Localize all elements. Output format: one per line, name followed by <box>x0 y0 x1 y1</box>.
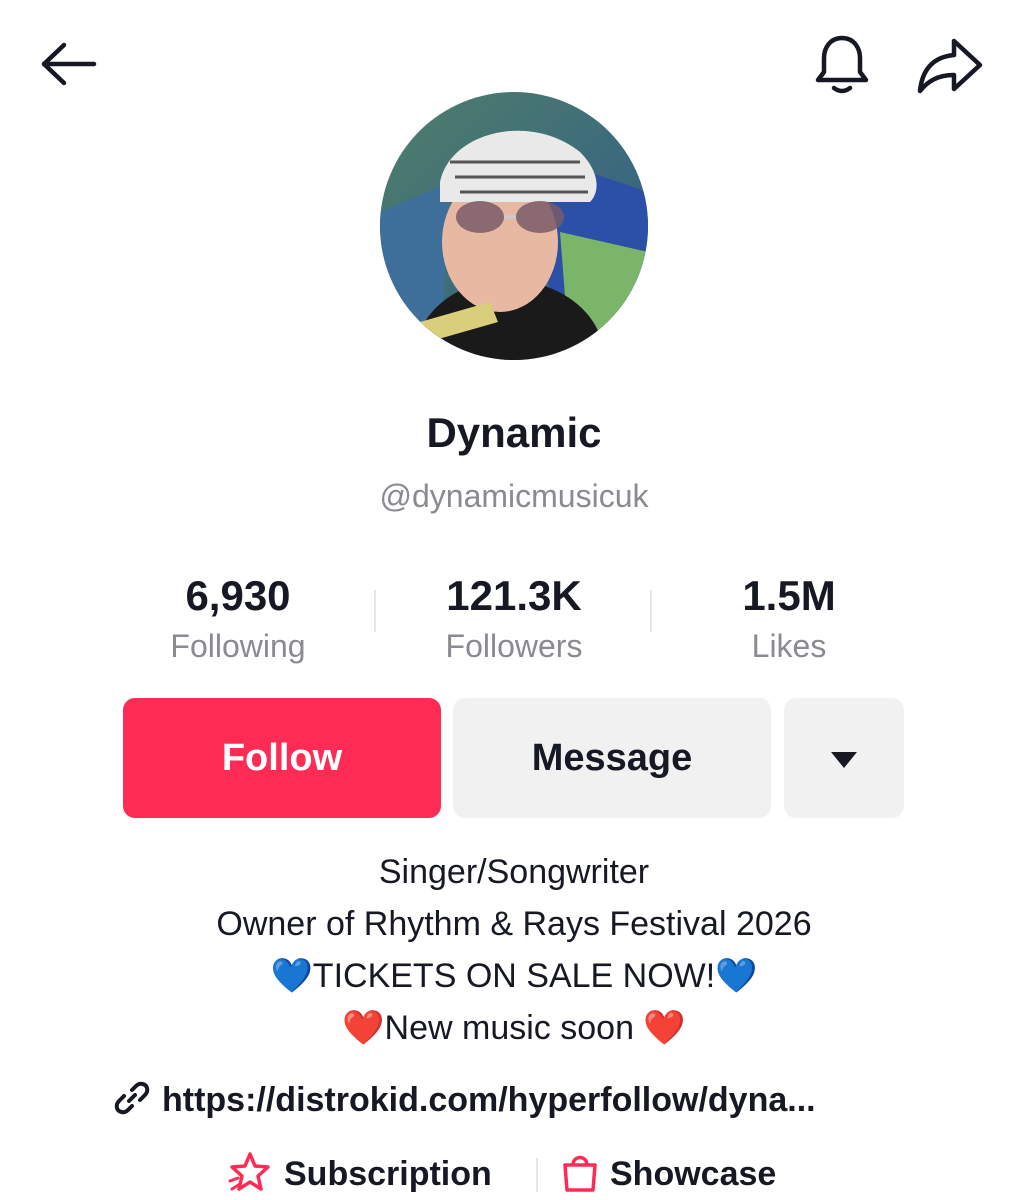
stat-divider <box>650 590 652 632</box>
stat-followers[interactable]: 121.3K Followers <box>384 570 644 670</box>
showcase-label: Showcase <box>610 1155 777 1193</box>
arrow-left-icon <box>38 42 98 86</box>
stat-following[interactable]: 6,930 Following <box>108 570 368 670</box>
display-name: Dynamic <box>426 409 602 456</box>
showcase-button[interactable]: Showcase <box>560 1148 776 1200</box>
stat-value: 6,930 <box>185 572 291 619</box>
star-badge-icon <box>228 1151 284 1198</box>
avatar-photo <box>380 92 648 360</box>
stat-value: 121.3K <box>446 572 582 619</box>
bell-icon <box>810 30 874 98</box>
link-text: https://distrokid.com/hyperfollow/dyna..… <box>162 1081 816 1119</box>
stat-likes[interactable]: 1.5M Likes <box>659 570 919 670</box>
bio: Singer/Songwriter Owner of Rhythm & Rays… <box>0 846 1028 1054</box>
username: @dynamicmusicuk <box>379 478 649 514</box>
shopping-bag-icon <box>560 1151 610 1198</box>
bio-line: Singer/Songwriter <box>378 853 650 891</box>
subscription-button[interactable]: Subscription <box>228 1148 492 1200</box>
stat-label: Followers <box>445 628 583 664</box>
caret-down-icon <box>829 737 859 780</box>
notifications-button[interactable] <box>806 28 878 100</box>
avatar[interactable] <box>380 92 648 360</box>
share-arrow-icon <box>916 35 984 95</box>
message-button[interactable]: Message <box>453 698 771 818</box>
more-options-button[interactable] <box>784 698 904 818</box>
feature-divider <box>536 1158 538 1192</box>
share-button[interactable] <box>912 30 988 100</box>
subscription-label: Subscription <box>284 1155 492 1193</box>
bio-line: 💙TICKETS ON SALE NOW!💙 <box>270 957 758 995</box>
link-icon <box>112 1078 162 1123</box>
bio-line: ❤️New music soon ❤️ <box>342 1009 686 1047</box>
stat-divider <box>374 590 376 632</box>
follow-button[interactable]: Follow <box>123 698 441 818</box>
bio-line: Owner of Rhythm & Rays Festival 2026 <box>216 905 812 943</box>
stat-value: 1.5M <box>742 572 836 619</box>
stat-label: Likes <box>751 628 827 664</box>
bio-link[interactable]: https://distrokid.com/hyperfollow/dyna..… <box>112 1074 816 1126</box>
back-button[interactable] <box>34 34 102 94</box>
stat-label: Following <box>170 628 306 664</box>
